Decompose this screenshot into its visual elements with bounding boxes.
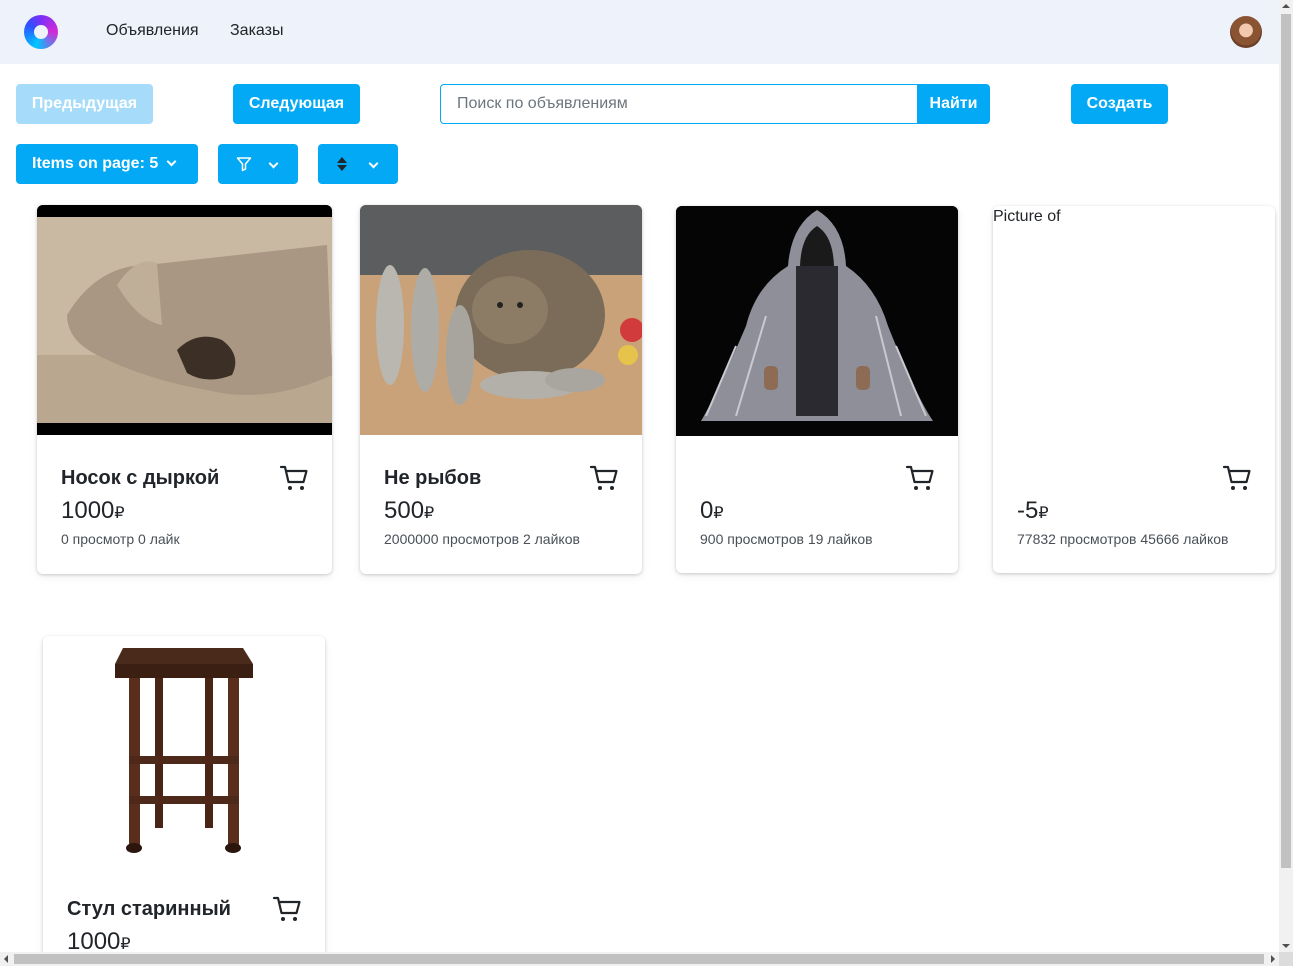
shopping-cart-icon[interactable] xyxy=(1222,463,1252,493)
horizontal-scrollbar[interactable] xyxy=(0,952,1279,966)
currency-sign: ₽ xyxy=(120,936,131,952)
sort-dropdown[interactable] xyxy=(318,144,398,184)
price-value: 0 xyxy=(700,497,714,524)
price-value: 1000 xyxy=(67,928,121,952)
shopping-cart-icon[interactable] xyxy=(589,463,619,493)
ad-card[interactable]: Стул старинный 1000₽ xyxy=(43,636,325,952)
scrollbar-corner xyxy=(1279,952,1293,966)
currency-sign: ₽ xyxy=(424,505,435,522)
shopping-cart-icon[interactable] xyxy=(905,463,935,493)
card-stats: 77832 просмотров 45666 лайков xyxy=(1017,531,1229,547)
user-avatar[interactable] xyxy=(1230,16,1262,48)
horizontal-scroll-thumb[interactable] xyxy=(14,954,1264,964)
vertical-scroll-thumb[interactable] xyxy=(1281,14,1291,868)
sort-icon xyxy=(337,157,347,171)
ad-card[interactable]: Не рыбов 500₽ 2000000 просмотров 2 лайко… xyxy=(360,205,642,574)
price-value: -5 xyxy=(1017,497,1039,524)
card-stats: 900 просмотров 19 лайков xyxy=(700,531,873,547)
next-page-button[interactable]: Следующая xyxy=(233,84,360,124)
scroll-right-arrow-icon[interactable] xyxy=(1271,955,1275,963)
card-stats: 0 просмотр 0 лайк xyxy=(61,531,180,547)
nav-link-ads[interactable]: Объявления xyxy=(106,22,199,40)
currency-sign: ₽ xyxy=(114,505,125,522)
card-stats: 2000000 просмотров 2 лайков xyxy=(384,531,580,547)
items-per-page-label: Items on page: 5 xyxy=(32,155,159,172)
search-input[interactable] xyxy=(440,84,918,124)
card-price: 1000₽ xyxy=(61,497,125,525)
nav-link-orders[interactable]: Заказы xyxy=(230,22,283,40)
search-button[interactable]: Найти xyxy=(917,84,990,124)
shopping-cart-icon[interactable] xyxy=(279,463,309,493)
card-title[interactable]: Носок с дыркой xyxy=(61,467,219,490)
price-value: 1000 xyxy=(61,497,115,524)
hooded-cloak-photo[interactable] xyxy=(676,206,958,436)
chevron-down-icon xyxy=(166,156,177,167)
currency-sign: ₽ xyxy=(713,505,724,522)
scroll-up-arrow-icon[interactable] xyxy=(1282,4,1290,8)
filter-icon xyxy=(236,157,252,172)
price-value: 500 xyxy=(384,497,425,524)
card-price: -5₽ xyxy=(1017,497,1049,525)
vertical-scrollbar[interactable] xyxy=(1279,0,1293,952)
page: Объявления Заказы Предыдущая Следующая Н… xyxy=(0,0,1279,952)
cat-with-fish-photo[interactable] xyxy=(360,205,642,435)
card-price: 1000₽ xyxy=(67,928,131,952)
currency-sign: ₽ xyxy=(1038,505,1049,522)
items-per-page-dropdown[interactable]: Items on page: 5 xyxy=(16,144,198,184)
card-price: 0₽ xyxy=(700,497,724,525)
image-alt-text: Picture of xyxy=(993,208,1061,225)
chevron-down-icon xyxy=(368,158,379,169)
card-title[interactable]: Не рыбов xyxy=(384,467,481,490)
card-title[interactable]: Стул старинный xyxy=(67,898,231,921)
filter-dropdown[interactable] xyxy=(218,144,298,184)
previous-page-button[interactable]: Предыдущая xyxy=(16,84,153,124)
shopping-cart-icon[interactable] xyxy=(272,894,302,924)
broken-image[interactable]: Picture of xyxy=(993,206,1275,436)
card-price: 500₽ xyxy=(384,497,434,525)
app-logo[interactable] xyxy=(24,15,58,49)
ad-card[interactable]: 0₽ 900 просмотров 19 лайков xyxy=(676,206,958,573)
scroll-left-arrow-icon[interactable] xyxy=(4,955,8,963)
wooden-stool-photo[interactable] xyxy=(43,636,325,866)
create-ad-button[interactable]: Создать xyxy=(1071,84,1168,124)
sock-photo[interactable] xyxy=(37,205,332,435)
scroll-down-arrow-icon[interactable] xyxy=(1282,944,1290,948)
chevron-down-icon xyxy=(268,158,279,169)
ad-card[interactable]: Picture of -5₽ 77832 просмотров 45666 ла… xyxy=(993,206,1275,573)
ad-card[interactable]: Носок с дыркой 1000₽ 0 просмотр 0 лайк xyxy=(37,205,332,574)
navbar: Объявления Заказы xyxy=(0,0,1279,64)
